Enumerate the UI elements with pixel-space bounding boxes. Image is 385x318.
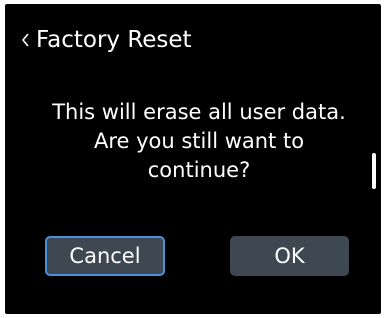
message-line: This will erase all user data. bbox=[52, 100, 346, 124]
dialog-message: This will erase all user data. Are you s… bbox=[21, 98, 377, 185]
message-line: continue? bbox=[147, 158, 251, 182]
scrollbar-thumb[interactable] bbox=[372, 153, 376, 189]
ok-button[interactable]: OK bbox=[230, 236, 349, 276]
message-line: Are you still want to bbox=[93, 129, 305, 153]
header-back[interactable]: Factory Reset bbox=[21, 26, 192, 54]
page-title: Factory Reset bbox=[36, 27, 192, 53]
chevron-left-icon[interactable] bbox=[21, 33, 30, 47]
cancel-button[interactable]: Cancel bbox=[45, 236, 165, 276]
device-screen: Factory Reset This will erase all user d… bbox=[5, 4, 381, 314]
